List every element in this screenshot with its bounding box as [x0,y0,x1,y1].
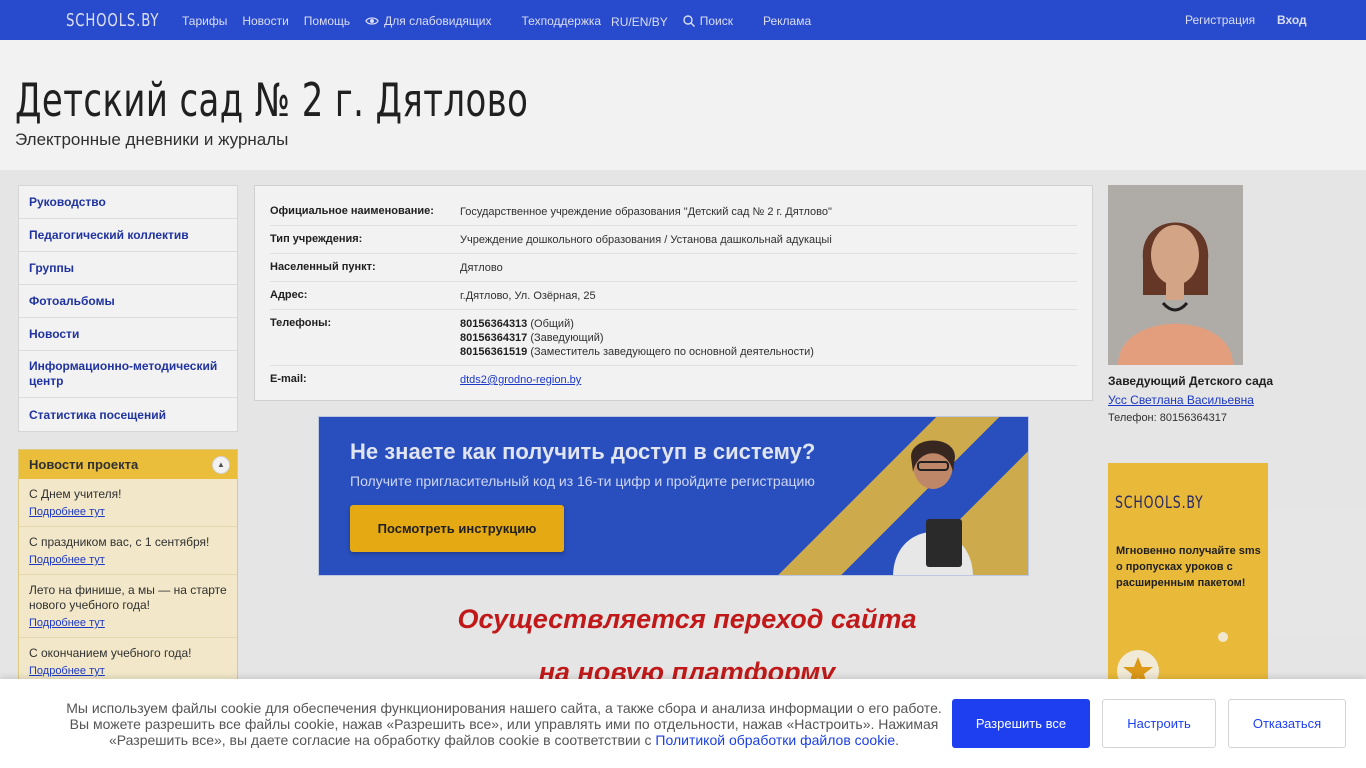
director-role: Заведующий Детского сада [1108,374,1274,388]
cookie-consent-bar: Мы используем файлы cookie для обеспечен… [0,679,1366,768]
info-value: г.Дятлово, Ул. Озёрная, 25 [460,290,596,302]
transition-notice-line1: Осуществляется переход сайта [457,604,917,634]
phone-number: 80156361519 [460,346,528,358]
director-phone: Телефон: 80156364317 [1108,412,1228,424]
nav-link-language[interactable]: RU/EN/BY [611,15,668,29]
accept-all-cookies-button[interactable]: Разрешить все [952,699,1090,748]
eye-icon [365,17,379,25]
school-info-panel: Официальное наименование: Государственно… [254,185,1093,401]
sidebar-item-staff[interactable]: Педагогический коллектив [19,219,237,252]
info-row-address: Адрес: г.Дятлово, Ул. Озёрная, 25 [270,282,1077,310]
info-row-locality: Населенный пункт: Дятлово [270,254,1077,282]
cookie-text-end: . [895,732,900,748]
page-subtitle: Электронные дневники и журналы [15,130,289,149]
info-label: Официальное наименование: [270,205,434,217]
info-label: Тип учреждения: [270,233,363,245]
project-news-box: Новости проекта ▲ С Днем учителя! Подроб… [18,449,238,709]
director-portrait-image [1108,185,1243,365]
site-logo[interactable]: SCHOOLS.BY [66,10,159,31]
info-row-type: Тип учреждения: Учреждение дошкольного о… [270,226,1077,254]
nav-links: Тарифы Новости Помощь Для слабовидящих Т… [182,13,826,29]
cookie-policy-link[interactable]: Политикой обработки файлов cookie [655,732,895,748]
banner-title: Не знаете как получить доступ в систему? [350,439,816,464]
news-item-title: С праздником вас, с 1 сентября! [29,535,210,549]
sidebar-item-statistics[interactable]: Статистика посещений [19,398,237,431]
sidebar-menu: Руководство Педагогический коллектив Гру… [18,185,238,432]
nav-link-search[interactable]: Поиск [683,13,748,29]
decline-cookies-button[interactable]: Отказаться [1228,699,1346,748]
info-label: Адрес: [270,289,308,301]
info-row-official-name: Официальное наименование: Государственно… [270,198,1077,226]
login-link[interactable]: Вход [1277,13,1307,27]
news-item-more-link[interactable]: Подробнее тут [29,665,105,677]
sms-advertisement[interactable]: SCHOOLS.BY Мгновенно получайте sms о про… [1108,463,1268,703]
info-row-email: E-mail: dtds2@grodno-region.by [270,366,1077,393]
phone-note: (Заведующий) [527,332,604,344]
nav-link-ads[interactable]: Реклама [763,13,811,29]
info-label: Телефоны: [270,317,332,329]
cookie-text: Мы используем файлы cookie для обеспечен… [60,700,948,748]
configure-cookies-button[interactable]: Настроить [1102,699,1216,748]
news-item: С Днем учителя! Подробнее тут [19,479,237,527]
sparkle-icon [1218,632,1228,642]
woman-with-folder-illustration [893,440,973,575]
nav-link-support[interactable]: Техподдержка [522,13,602,29]
director-name-link[interactable]: Усс Светлана Васильевна [1108,393,1254,407]
info-value: Дятлово [460,262,503,274]
sidebar-item-news[interactable]: Новости [19,318,237,351]
nav-link-news[interactable]: Новости [242,13,288,29]
nav-link-tariffs[interactable]: Тарифы [182,13,227,29]
director-photo [1108,185,1243,365]
news-item-more-link[interactable]: Подробнее тут [29,506,105,518]
nav-link-low-vision-label: Для слабовидящих [384,14,492,28]
news-item-title: Лето на финише, а мы — на старте нового … [29,583,227,612]
page-header: Детский сад № 2 г. Дятлово Электронные д… [0,40,1366,170]
email-link[interactable]: dtds2@grodno-region.by [460,374,581,386]
project-news-title: Новости проекта [29,457,139,472]
register-link[interactable]: Регистрация [1185,13,1255,27]
news-item: С окончанием учебного года! Подробнее ту… [19,638,237,685]
info-value: dtds2@grodno-region.by [460,373,581,387]
news-item-title: С Днем учителя! [29,487,122,501]
nav-link-low-vision[interactable]: Для слабовидящих [365,13,506,29]
info-value: Учреждение дошкольного образования / Уст… [460,234,832,246]
nav-link-help[interactable]: Помощь [304,13,350,29]
top-navbar: SCHOOLS.BY Тарифы Новости Помощь Для сла… [0,0,1366,40]
search-icon [683,15,695,27]
view-instructions-button[interactable]: Посмотреть инструкцию [350,505,564,552]
phone-note: (Заместитель заведующего по основной дея… [527,346,814,358]
access-banner[interactable]: Не знаете как получить доступ в систему?… [318,416,1029,576]
news-item-more-link[interactable]: Подробнее тут [29,554,105,566]
phone-note: (Общий) [527,318,574,330]
sidebar-item-methodical-center[interactable]: Информационно-методический центр [19,351,237,398]
info-value-phones: 80156364313 (Общий) 80156364317 (Заведую… [460,317,814,359]
news-item-title: С окончанием учебного года! [29,646,192,660]
nav-link-search-label: Поиск [699,14,733,28]
sidebar-item-management[interactable]: Руководство [19,186,237,219]
sidebar-item-photo-albums[interactable]: Фотоальбомы [19,285,237,318]
info-label: E-mail: [270,373,307,385]
banner-subtitle: Получите пригласительный код из 16-ти ци… [350,473,815,489]
info-value: Государственное учреждение образования "… [460,206,832,218]
sidebar-item-groups[interactable]: Группы [19,252,237,285]
page-title: Детский сад № 2 г. Дятлово [15,73,529,127]
news-item: С праздником вас, с 1 сентября! Подробне… [19,527,237,575]
info-label: Населенный пункт: [270,261,376,273]
sms-ad-text: Мгновенно получайте sms о пропусках урок… [1116,545,1261,589]
phone-number: 80156364313 [460,318,528,330]
project-news-header: Новости проекта ▲ [19,450,237,479]
phone-number: 80156364317 [460,332,528,344]
info-row-phones: Телефоны: 80156364313 (Общий) 8015636431… [270,310,1077,366]
news-item: Лето на финише, а мы — на старте нового … [19,575,237,638]
news-item-more-link[interactable]: Подробнее тут [29,617,105,629]
collapse-toggle-icon[interactable]: ▲ [212,456,230,474]
sms-ad-logo: SCHOOLS.BY [1115,493,1204,513]
